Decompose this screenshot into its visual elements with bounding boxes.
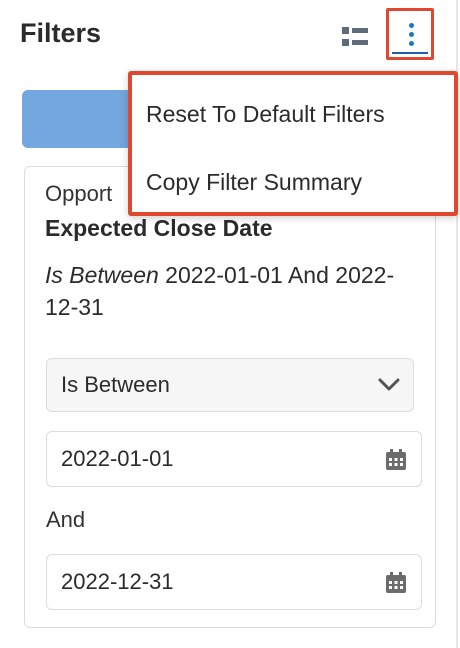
filter-summary: Is Between 2022-01-01 And 2022-12-31	[45, 259, 405, 323]
operator-select-value: Is Between	[61, 372, 170, 397]
more-options-button[interactable]	[386, 8, 434, 60]
start-date-input[interactable]: 2022-01-01	[46, 431, 422, 487]
filter-module: Opport	[45, 181, 113, 206]
filter-card: Opport Expected Close Date Is Between 20…	[24, 166, 436, 628]
more-options-menu: Reset To Default Filters Copy Filter Sum…	[128, 71, 458, 216]
filter-field-name: Expected Close Date	[45, 215, 273, 241]
menu-item-reset-filters[interactable]: Reset To Default Filters	[146, 101, 385, 128]
menu-item-copy-summary[interactable]: Copy Filter Summary	[146, 169, 362, 196]
panel-title: Filters	[20, 18, 102, 48]
end-date-value: 2022-12-31	[61, 569, 174, 594]
chevron-down-icon	[378, 378, 400, 391]
calendar-icon[interactable]	[385, 572, 407, 594]
summary-operator: Is Between	[45, 262, 159, 288]
filters-panel: Filters Opport Expected Close Date Is Be…	[0, 0, 458, 648]
and-label: And	[46, 507, 86, 532]
end-date-input[interactable]: 2022-12-31	[46, 554, 422, 610]
list-view-icon[interactable]	[342, 27, 368, 47]
calendar-icon[interactable]	[385, 449, 407, 471]
operator-select[interactable]: Is Between	[46, 358, 414, 412]
start-date-value: 2022-01-01	[61, 446, 174, 471]
